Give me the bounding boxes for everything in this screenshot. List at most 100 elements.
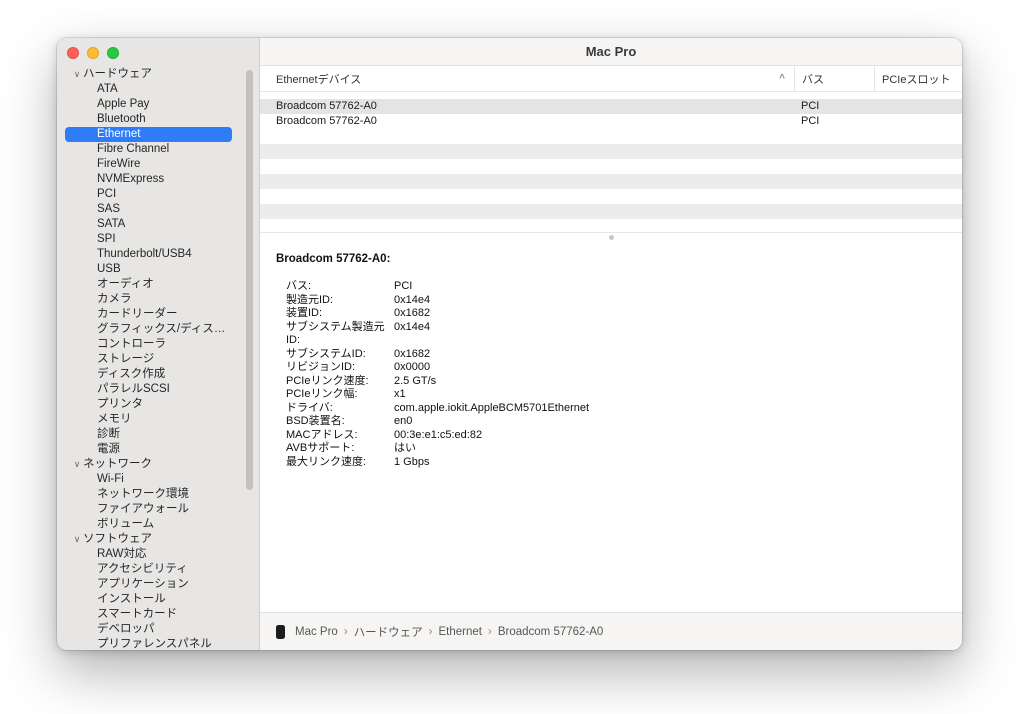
field-label: 最大リンク速度:: [286, 456, 394, 470]
field-label: AVBサポート:: [286, 442, 394, 456]
empty-row: [260, 144, 962, 159]
sidebar-item-accessibility[interactable]: アクセシビリティ: [65, 562, 232, 577]
zoom-button[interactable]: [107, 47, 119, 59]
sidebar-section-label: ソフトウェア: [83, 532, 152, 547]
empty-row: [260, 159, 962, 174]
device-table: Broadcom 57762-A0 PCI Broadcom 57762-A0 …: [260, 92, 962, 232]
sidebar-item-bluetooth[interactable]: Bluetooth: [65, 112, 232, 127]
column-header-pcie-slot[interactable]: PCIeスロット: [874, 66, 962, 91]
sidebar-item-network-locations[interactable]: ネットワーク環境: [65, 487, 232, 502]
minimize-button[interactable]: [87, 47, 99, 59]
chevron-down-icon[interactable]: ∨: [71, 532, 83, 547]
sort-ascending-icon: ^: [779, 73, 785, 84]
empty-row: [260, 174, 962, 189]
sidebar-item-sata[interactable]: SATA: [65, 217, 232, 232]
sidebar-item-memory[interactable]: メモリ: [65, 412, 232, 427]
sidebar-item-printers[interactable]: プリンタ: [65, 397, 232, 412]
sidebar-item-raw-support[interactable]: RAW対応: [65, 547, 232, 562]
sidebar-section-network[interactable]: ∨ ネットワーク: [57, 457, 259, 472]
pane-splitter[interactable]: [260, 232, 962, 241]
detail-field: MACアドレス: 00:3e:e1:c5:ed:82: [276, 429, 946, 443]
detail-field: バス: PCI: [276, 280, 946, 294]
detail-pane: Broadcom 57762-A0: バス: PCI 製造元ID: 0x14e4…: [260, 241, 962, 612]
detail-field: リビジョンID: 0x0000: [276, 361, 946, 375]
sidebar-item-graphics-displays[interactable]: グラフィックス/ディス…: [65, 322, 232, 337]
field-label: MACアドレス:: [286, 429, 394, 443]
field-value: 0x1682: [394, 307, 946, 321]
detail-field: PCIeリンク幅: x1: [276, 388, 946, 402]
column-header-ethernet-device[interactable]: Ethernetデバイス ^: [260, 66, 794, 91]
chevron-down-icon[interactable]: ∨: [71, 457, 83, 472]
cell-device: Broadcom 57762-A0: [260, 114, 794, 129]
sidebar: ∨ ハードウェア ATA Apple Pay Bluetooth Etherne…: [57, 38, 260, 650]
field-label: 製造元ID:: [286, 294, 394, 308]
sidebar-item-smart-cards[interactable]: スマートカード: [65, 607, 232, 622]
breadcrumb-item: Mac Pro: [295, 626, 338, 638]
close-button[interactable]: [67, 47, 79, 59]
sidebar-item-audio[interactable]: オーディオ: [65, 277, 232, 292]
sidebar-item-fibre-channel[interactable]: Fibre Channel: [65, 142, 232, 157]
cell-bus: PCI: [794, 99, 874, 114]
field-label: サブシステムID:: [286, 348, 394, 362]
sidebar-item-installations[interactable]: インストール: [65, 592, 232, 607]
sidebar-item-apple-pay[interactable]: Apple Pay: [65, 97, 232, 112]
sidebar-item-power[interactable]: 電源: [65, 442, 232, 457]
column-label: バス: [802, 71, 824, 87]
sidebar-item-usb[interactable]: USB: [65, 262, 232, 277]
field-label: ドライバ:: [286, 402, 394, 416]
table-row[interactable]: Broadcom 57762-A0 PCI: [260, 99, 962, 114]
detail-field: サブシステム製造元ID: 0x14e4: [276, 321, 946, 348]
title-bar[interactable]: Mac Pro: [260, 38, 962, 66]
sidebar-item-pci[interactable]: PCI: [65, 187, 232, 202]
field-value: en0: [394, 415, 946, 429]
detail-field: 製造元ID: 0x14e4: [276, 294, 946, 308]
sidebar-item-camera[interactable]: カメラ: [65, 292, 232, 307]
field-label: 装置ID:: [286, 307, 394, 321]
sidebar-section-software[interactable]: ∨ ソフトウェア: [57, 532, 259, 547]
sidebar-item-developer[interactable]: デベロッパ: [65, 622, 232, 637]
column-label: PCIeスロット: [882, 71, 950, 87]
sidebar-item-disc-burning[interactable]: ディスク作成: [65, 367, 232, 382]
table-row[interactable]: Broadcom 57762-A0 PCI: [260, 114, 962, 129]
sidebar-item-preference-panes[interactable]: プリファレンスパネル: [65, 637, 232, 650]
detail-field: 最大リンク速度: 1 Gbps: [276, 456, 946, 470]
system-information-window: ∨ ハードウェア ATA Apple Pay Bluetooth Etherne…: [57, 38, 962, 650]
sidebar-item-firewall[interactable]: ファイアウォール: [65, 502, 232, 517]
sidebar-item-card-reader[interactable]: カードリーダー: [65, 307, 232, 322]
sidebar-item-volumes[interactable]: ボリューム: [65, 517, 232, 532]
sidebar-item-sas[interactable]: SAS: [65, 202, 232, 217]
field-label: リビジョンID:: [286, 361, 394, 375]
breadcrumb-separator-icon: ›: [429, 626, 433, 638]
breadcrumb-separator-icon: ›: [488, 626, 492, 638]
detail-field: AVBサポート: はい: [276, 442, 946, 456]
detail-title: Broadcom 57762-A0:: [276, 253, 946, 265]
sidebar-item-spi[interactable]: SPI: [65, 232, 232, 247]
field-value: 0x1682: [394, 348, 946, 362]
sidebar-item-applications[interactable]: アプリケーション: [65, 577, 232, 592]
field-label: バス:: [286, 280, 394, 294]
sidebar-section-label: ネットワーク: [83, 457, 152, 472]
field-value: 1 Gbps: [394, 456, 946, 470]
detail-field: PCIeリンク速度: 2.5 GT/s: [276, 375, 946, 389]
field-value: 0x14e4: [394, 294, 946, 308]
sidebar-item-controller[interactable]: コントローラ: [65, 337, 232, 352]
detail-field: 装置ID: 0x1682: [276, 307, 946, 321]
sidebar-item-ethernet[interactable]: Ethernet: [65, 127, 232, 142]
sidebar-item-diagnostics[interactable]: 診断: [65, 427, 232, 442]
sidebar-item-wifi[interactable]: Wi-Fi: [65, 472, 232, 487]
sidebar-item-thunderbolt-usb4[interactable]: Thunderbolt/USB4: [65, 247, 232, 262]
sidebar-scrollbar[interactable]: [246, 70, 253, 490]
field-value: 00:3e:e1:c5:ed:82: [394, 429, 946, 443]
column-header-bus[interactable]: バス: [794, 66, 874, 91]
field-label: BSD装置名:: [286, 415, 394, 429]
sidebar-section-hardware[interactable]: ∨ ハードウェア: [57, 67, 259, 82]
sidebar-item-ata[interactable]: ATA: [65, 82, 232, 97]
field-value: x1: [394, 388, 946, 402]
sidebar-item-storage[interactable]: ストレージ: [65, 352, 232, 367]
field-value: 0x0000: [394, 361, 946, 375]
field-value: com.apple.iokit.AppleBCM5701Ethernet: [394, 402, 946, 416]
sidebar-item-parallel-scsi[interactable]: パラレルSCSI: [65, 382, 232, 397]
sidebar-item-nvmexpress[interactable]: NVMExpress: [65, 172, 232, 187]
chevron-down-icon[interactable]: ∨: [71, 67, 83, 82]
sidebar-item-firewire[interactable]: FireWire: [65, 157, 232, 172]
